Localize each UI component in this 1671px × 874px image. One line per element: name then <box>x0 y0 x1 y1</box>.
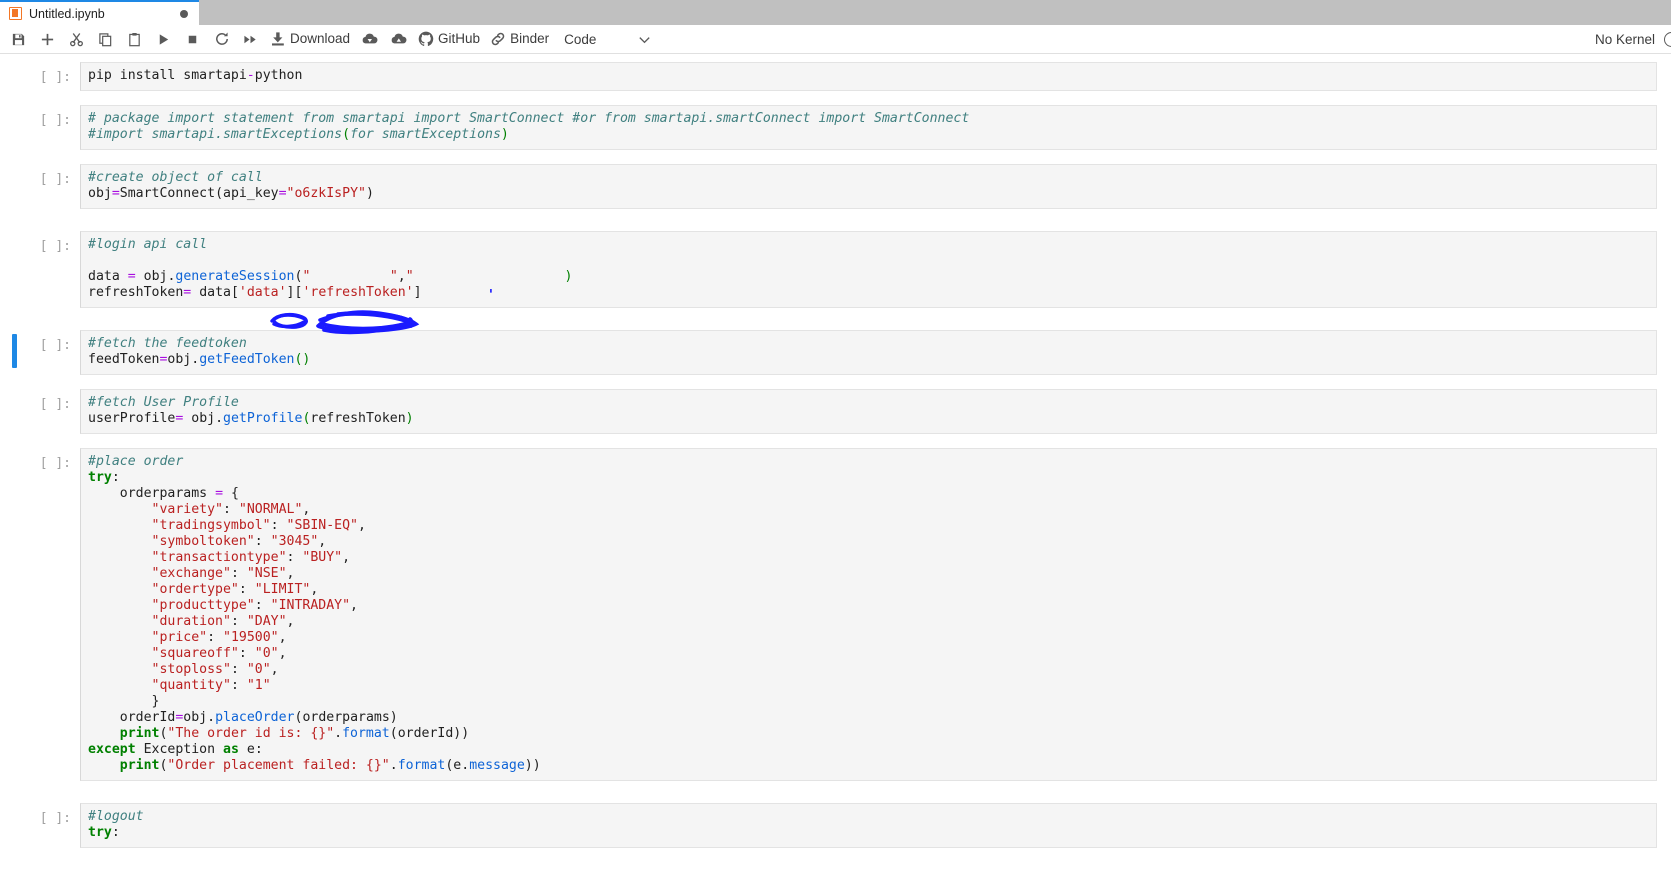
binder-button[interactable]: Binder <box>485 26 554 53</box>
cell-source: #login api call data = obj.generateSessi… <box>88 237 573 300</box>
kernel-status[interactable]: No Kernel <box>1594 31 1671 47</box>
cell-prompt: [ ]: <box>39 172 71 187</box>
notebook-cell[interactable]: [ ]: #logout try: <box>0 803 1671 848</box>
kernel-status-circle-icon <box>1664 31 1671 47</box>
cell-source: # package import statement from smartapi… <box>88 111 970 142</box>
cell-spacer <box>0 781 1671 803</box>
cell-editor[interactable]: #login api call data = obj.generateSessi… <box>80 231 1657 308</box>
notebook-toolbar: Download GitHub Binder Code No Kernel <box>0 25 1671 54</box>
cell-type-caret-button[interactable] <box>630 26 659 53</box>
cell-type-dropdown[interactable]: Code <box>554 26 604 53</box>
github-label: GitHub <box>438 31 481 47</box>
cell-spacer <box>0 91 1671 105</box>
cell-editor[interactable]: # package import statement from smartapi… <box>80 105 1657 150</box>
unsaved-changes-indicator[interactable] <box>180 9 188 18</box>
notebook-cell[interactable]: [ ]: #login api call data = obj.generate… <box>0 231 1671 308</box>
cell-source: #logout try: <box>88 809 144 840</box>
github-icon <box>418 31 434 47</box>
run-button[interactable] <box>149 26 178 53</box>
download-icon <box>270 31 286 47</box>
cell-source: #fetch the feedtoken feedToken=obj.getFe… <box>88 336 311 367</box>
cell-spacer <box>0 375 1671 389</box>
cell-editor[interactable]: #place order try: orderparams = { "varie… <box>80 448 1657 781</box>
tab-bar: Untitled.ipynb <box>0 0 1671 25</box>
binder-label: Binder <box>510 31 550 47</box>
insert-cell-button[interactable] <box>33 26 62 53</box>
active-cell-indicator <box>12 334 17 368</box>
cut-button[interactable] <box>62 26 91 53</box>
download-button[interactable]: Download <box>265 26 355 53</box>
kernel-status-label: No Kernel <box>1594 31 1655 47</box>
notebook-panel[interactable]: [ ]: pip install smartapi-python [ ]: # … <box>0 54 1671 874</box>
cell-editor[interactable]: #logout try: <box>80 803 1657 848</box>
chevron-down-icon <box>639 36 651 43</box>
cell-prompt: [ ]: <box>39 70 71 85</box>
cell-source: pip install smartapi-python <box>88 68 303 83</box>
cell-prompt: [ ]: <box>39 397 71 412</box>
restart-kernel-button[interactable] <box>207 26 236 53</box>
cloud-download-button[interactable] <box>355 26 384 53</box>
cell-spacer <box>0 434 1671 448</box>
github-button[interactable]: GitHub <box>413 26 485 53</box>
cell-spacer <box>0 150 1671 164</box>
notebook-icon <box>9 7 22 20</box>
notebook-cell[interactable]: [ ]: pip install smartapi-python <box>0 62 1671 91</box>
notebook-cell-selected[interactable]: [ ]: #fetch the feedtoken feedToken=obj.… <box>0 330 1671 375</box>
notebook-tab[interactable]: Untitled.ipynb <box>0 0 199 25</box>
save-button[interactable] <box>4 26 33 53</box>
cell-spacer <box>0 209 1671 231</box>
copy-button[interactable] <box>91 26 120 53</box>
stop-button[interactable] <box>178 26 207 53</box>
cell-spacer <box>0 308 1671 330</box>
notebook-cell[interactable]: [ ]: #fetch User Profile userProfile= ob… <box>0 389 1671 434</box>
paste-button[interactable] <box>120 26 149 53</box>
notebook-cell[interactable]: [ ]: #create object of call obj=SmartCon… <box>0 164 1671 209</box>
cell-prompt: [ ]: <box>39 113 71 128</box>
cell-source: #place order try: orderparams = { "varie… <box>88 454 541 773</box>
download-label: Download <box>290 31 351 47</box>
cell-prompt: [ ]: <box>39 239 71 254</box>
cloud-upload-button[interactable] <box>384 26 413 53</box>
cell-editor[interactable]: #fetch the feedtoken feedToken=obj.getFe… <box>80 330 1657 375</box>
cell-source: #fetch User Profile userProfile= obj.get… <box>88 395 414 426</box>
cell-source: #create object of call obj=SmartConnect(… <box>88 170 374 201</box>
notebook-cell[interactable]: [ ]: #place order try: orderparams = { "… <box>0 448 1671 781</box>
tab-title: Untitled.ipynb <box>29 6 105 21</box>
link-icon <box>490 31 506 47</box>
notebook-cell[interactable]: [ ]: # package import statement from sma… <box>0 105 1671 150</box>
cell-editor[interactable]: pip install smartapi-python <box>80 62 1657 91</box>
restart-and-run-all-button[interactable] <box>236 26 265 53</box>
cell-editor[interactable]: #fetch User Profile userProfile= obj.get… <box>80 389 1657 434</box>
cell-editor[interactable]: #create object of call obj=SmartConnect(… <box>80 164 1657 209</box>
stray-ink-mark: ' <box>487 288 495 303</box>
cell-type-label: Code <box>564 31 597 47</box>
cell-prompt: [ ]: <box>39 456 71 471</box>
cell-prompt: [ ]: <box>39 811 71 826</box>
